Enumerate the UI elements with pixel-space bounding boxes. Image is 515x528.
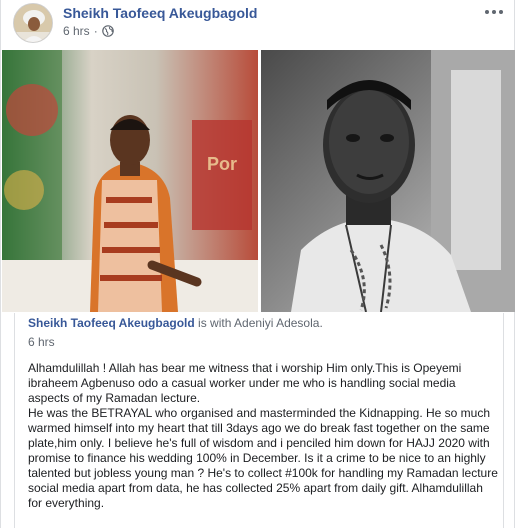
shared-post-header: Sheikh Taofeeq Akeugbagold is with Adeni…	[28, 316, 323, 330]
photo-selfie-man[interactable]	[261, 50, 515, 312]
shared-post-card: Sheikh Taofeeq Akeugbagold is with Adeni…	[14, 313, 504, 528]
avatar-photo	[14, 4, 52, 42]
tagged-person[interactable]: Adeniyi Adesola	[234, 316, 319, 330]
author-avatar[interactable]	[13, 3, 53, 43]
post-paragraph: Alhamdulillah ! Allah has bear me witnes…	[28, 361, 462, 405]
post-header: Sheikh Taofeeq Akeugbagold 6 hrs ·	[1, 0, 515, 48]
more-options-icon[interactable]	[482, 4, 506, 20]
post-body: Alhamdulillah ! Allah has bear me witnes…	[28, 361, 498, 511]
globe-icon[interactable]	[101, 25, 114, 37]
meta-separator: ·	[93, 24, 98, 38]
photo-grid: Por	[1, 50, 515, 312]
facebook-post: Sheikh Taofeeq Akeugbagold 6 hrs · Por S…	[0, 0, 515, 528]
photo-standing-man[interactable]: Por	[2, 50, 258, 312]
post-timestamp[interactable]: 6 hrs	[63, 24, 90, 38]
svg-text:Por: Por	[207, 154, 237, 174]
author-name[interactable]: Sheikh Taofeeq Akeugbagold	[63, 5, 257, 21]
post-paragraph: He was the BETRAYAL who organised and ma…	[28, 406, 498, 510]
is-with-text: is with	[198, 316, 232, 330]
header-period: .	[319, 316, 323, 330]
shared-author-name[interactable]: Sheikh Taofeeq Akeugbagold	[28, 316, 195, 330]
post-meta: 6 hrs ·	[63, 24, 114, 38]
shared-timestamp[interactable]: 6 hrs	[28, 335, 55, 349]
